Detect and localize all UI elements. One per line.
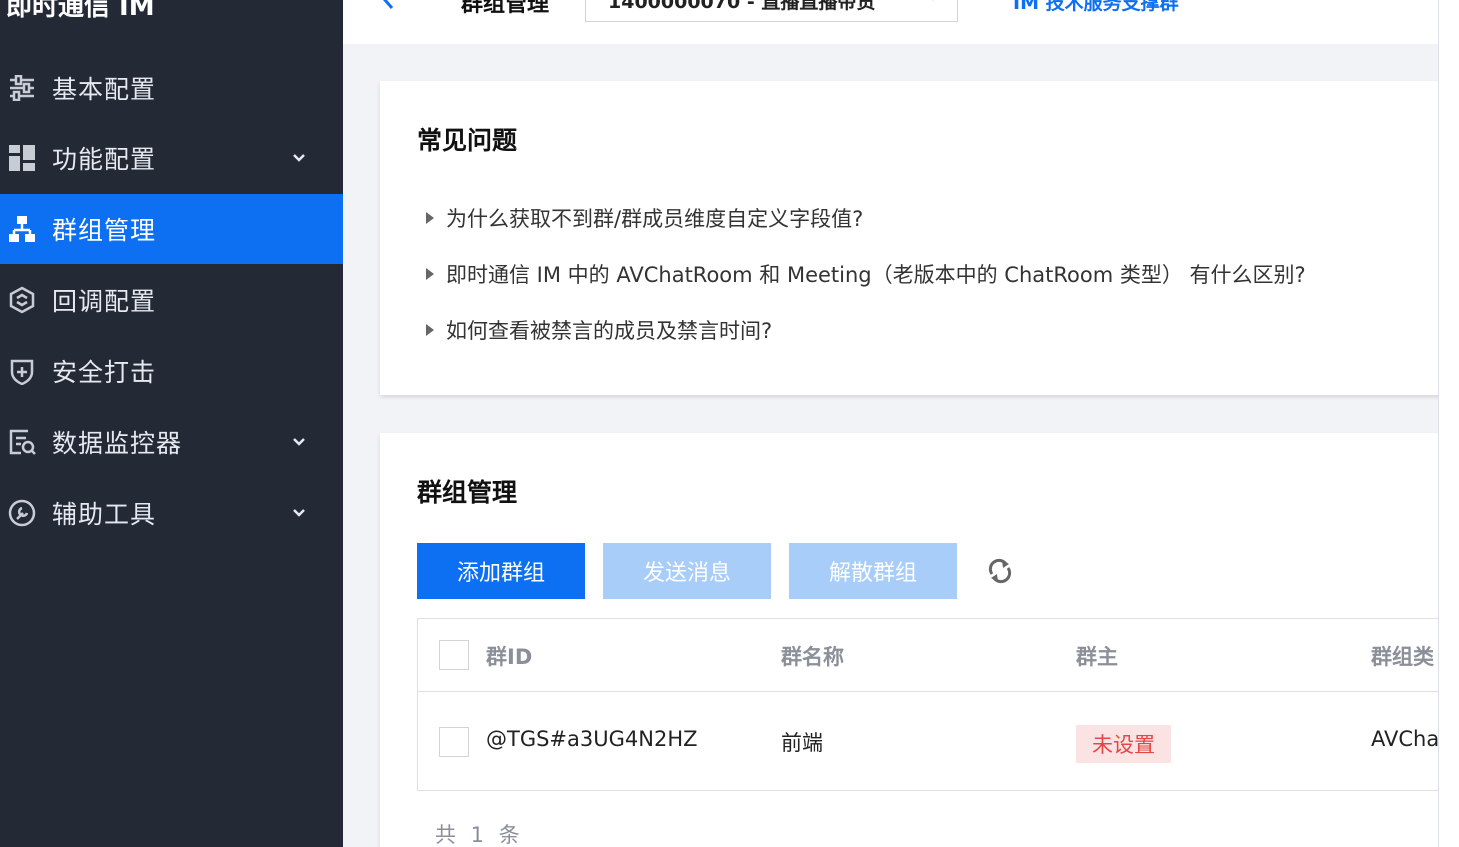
sidebar-item-label: 功能配置 — [52, 145, 157, 174]
sidebar-item-security[interactable]: 安全打击 — [0, 336, 343, 406]
faq-item-text: 为什么获取不到群/群成员维度自定义字段值? — [446, 207, 864, 231]
table-row[interactable]: @TGS#a3UG4N2HZ 前端 未设置 AVCha — [418, 692, 1438, 792]
select-all-checkbox[interactable] — [439, 640, 469, 670]
sidebar-item-data-monitor[interactable]: 数据监控器 — [0, 407, 343, 477]
sidebar-item-basic-config[interactable]: 基本配置 — [0, 53, 343, 123]
sidebar-item-label: 安全打击 — [52, 358, 157, 387]
faq-item[interactable]: 即时通信 IM 中的 AVChatRoom 和 Meeting（老版本中的 Ch… — [426, 259, 1306, 289]
chevron-down-icon[interactable] — [290, 504, 308, 522]
group-id-cell: @TGS#a3UG4N2HZ — [486, 727, 698, 751]
chevron-down-icon[interactable] — [290, 433, 308, 451]
faq-item[interactable]: 为什么获取不到群/群成员维度自定义字段值? — [426, 203, 863, 233]
chevron-down-icon — [926, 0, 940, 3]
org-tree-icon — [7, 214, 37, 244]
group-management-card: 群组管理 添加群组 发送消息 解散群组 群ID 群名称 群主 群组类 @TGS#… — [380, 433, 1438, 847]
group-name-cell: 前端 — [781, 731, 823, 755]
sliders-icon — [7, 73, 37, 103]
faq-card: 常见问题 为什么获取不到群/群成员维度自定义字段值? 即时通信 IM 中的 AV… — [380, 81, 1438, 395]
column-header: 群组类 — [1371, 645, 1434, 669]
callback-icon — [7, 285, 37, 315]
sidebar-item-label: 群组管理 — [52, 216, 157, 245]
sidebar-item-feature-config[interactable]: 功能配置 — [0, 123, 343, 193]
sidebar-item-label: 数据监控器 — [52, 429, 183, 458]
send-message-button[interactable]: 发送消息 — [603, 543, 771, 599]
shield-icon — [7, 356, 37, 386]
sidebar-item-label: 基本配置 — [52, 75, 157, 104]
dissolve-group-button[interactable]: 解散群组 — [789, 543, 957, 599]
monitor-icon — [7, 427, 37, 457]
right-scroll-edge — [1438, 0, 1459, 847]
grid-icon — [7, 143, 37, 173]
section-title: 群组管理 — [417, 478, 518, 507]
brand-title: 即时通信 IM — [6, 0, 155, 22]
faq-item-text: 如何查看被禁言的成员及禁言时间? — [446, 319, 773, 343]
faq-item-text: 即时通信 IM 中的 AVChatRoom 和 Meeting（老版本中的 Ch… — [446, 263, 1306, 287]
faq-item[interactable]: 如何查看被禁言的成员及禁言时间? — [426, 315, 772, 345]
row-checkbox[interactable] — [439, 727, 469, 757]
sidebar-item-label: 辅助工具 — [52, 500, 157, 529]
group-type-cell: AVCha — [1371, 727, 1438, 751]
page-title: 群组管理 — [461, 0, 550, 17]
column-header: 群ID — [486, 645, 533, 669]
caret-right-icon — [426, 324, 434, 336]
refresh-icon[interactable] — [985, 556, 1015, 586]
owner-status-badge: 未设置 — [1076, 725, 1171, 763]
add-group-button[interactable]: 添加群组 — [417, 543, 585, 599]
top-bar: 群组管理 1400000070 - 直播直播带货 IM 技术服务支撑群 — [343, 0, 1438, 44]
faq-title: 常见问题 — [417, 126, 518, 155]
pagination-total: 共 1 条 — [435, 823, 524, 847]
tool-icon — [7, 498, 37, 528]
column-header: 群主 — [1076, 645, 1118, 669]
sidebar-item-aux-tools[interactable]: 辅助工具 — [0, 478, 343, 548]
sidebar-item-label: 回调配置 — [52, 287, 157, 316]
app-select-dropdown[interactable]: 1400000070 - 直播直播带货 — [585, 0, 958, 22]
sidebar-item-group-management[interactable]: 群组管理 — [0, 194, 343, 264]
sidebar: 即时通信 IM 基本配置 功能配置 群组管理 回调配置 安全打击 数据监控器 辅… — [0, 0, 343, 847]
app-select-value: 1400000070 - 直播直播带货 — [608, 0, 876, 13]
sidebar-item-callback-config[interactable]: 回调配置 — [0, 265, 343, 335]
main-content: 群组管理 1400000070 - 直播直播带货 IM 技术服务支撑群 常见问题… — [343, 0, 1438, 847]
support-group-link[interactable]: IM 技术服务支撑群 — [1013, 0, 1179, 15]
caret-right-icon — [426, 268, 434, 280]
chevron-down-icon[interactable] — [290, 149, 308, 167]
table-header: 群ID 群名称 群主 群组类 — [418, 619, 1438, 692]
caret-right-icon — [426, 212, 434, 224]
back-arrow-icon[interactable] — [379, 0, 399, 10]
column-header: 群名称 — [781, 645, 844, 669]
groups-table: 群ID 群名称 群主 群组类 @TGS#a3UG4N2HZ 前端 未设置 AVC… — [417, 618, 1438, 791]
